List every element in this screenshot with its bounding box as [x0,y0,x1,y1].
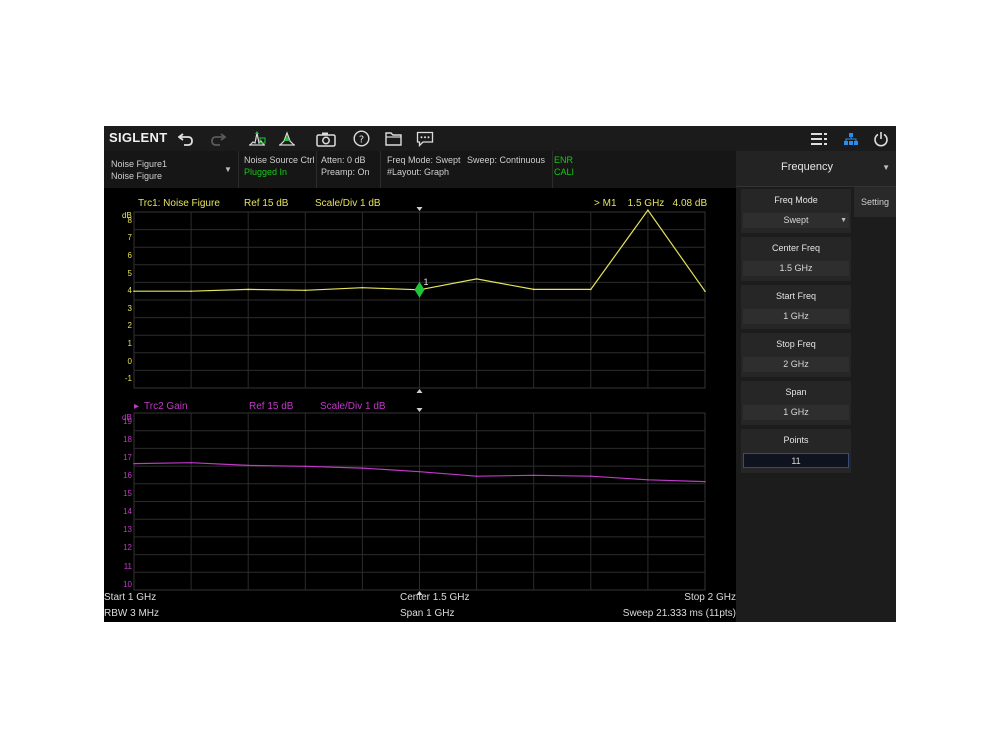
trace1-data-point [647,209,649,212]
trace1-data-point [475,278,478,280]
center-freq-status: Center 1.5 GHz [400,592,470,603]
start-freq-key[interactable]: Start Freq 1 GHz [741,285,851,329]
power-icon[interactable] [871,129,891,148]
chevron-down-icon: ▼ [882,163,890,172]
marker-1-label: 1 [424,277,429,287]
trace1-data-point [247,288,249,291]
start-freq-value[interactable]: 1 GHz [743,309,849,324]
softkey-panel: Frequency ▼ Setting Freq Mode Swept ▼ Ce… [736,151,896,622]
chevron-down-icon: ▼ [840,217,847,224]
tab-setting[interactable]: Setting [854,187,896,217]
points-input[interactable]: 11 [743,453,849,468]
trace2-data-point [418,470,421,473]
sweep-status: Sweep 21.333 ms (11pts) [622,608,736,619]
trace2-data-point [532,474,535,477]
points-key[interactable]: Points 11 [741,429,851,473]
points-label: Points [783,435,809,445]
freq-mode-select[interactable]: Swept [743,213,849,228]
freq-mode-key[interactable]: Freq Mode Swept ▼ [741,189,851,233]
analyzer-screen: SIGLENT ? Noise Figure1 Noise Figure ▼ N… [104,126,896,622]
span-key[interactable]: Span 1 GHz [741,381,851,425]
trace2-data-point [133,462,135,465]
trace2-data-point [590,475,592,478]
trace1-center-top-mark [416,207,423,211]
stop-freq-value[interactable]: 2 GHz [743,357,849,372]
stop-freq-key[interactable]: Stop Freq 2 GHz [741,333,851,377]
trace-graph[interactable]: 1 [104,126,736,622]
trace2-data-point [647,479,649,481]
center-freq-label: Center Freq [771,243,821,253]
trace2-center-top-mark [416,408,423,412]
start-freq-label: Start Freq [775,291,816,301]
trace1-data-point [190,290,192,292]
span-value[interactable]: 1 GHz [743,405,849,420]
trace1-center-bottom-mark [416,389,423,393]
frequency-menu-header[interactable]: Frequency ▼ [736,151,896,187]
trace2-data-point [247,464,249,467]
freq-mode-label: Freq Mode [774,195,818,205]
menu-list-icon[interactable] [809,129,829,148]
trace2-data-point [304,465,307,468]
center-freq-value[interactable]: 1.5 GHz [743,261,849,276]
trace1-data-point [590,288,592,291]
trace2-data-point [475,475,478,478]
trace2-data-point [361,467,364,469]
trace1-data-point [361,286,364,289]
span-status: Span 1 GHz [400,608,455,619]
start-freq-status: Start 1 GHz [104,592,157,603]
span-label: Span [785,387,807,397]
trace1-data-point [133,290,135,292]
rbw-status: RBW 3 MHz [104,608,159,619]
network-icon[interactable] [841,129,861,148]
trace1-data-point [532,288,535,291]
menu-title: Frequency [781,161,833,173]
center-freq-key[interactable]: Center Freq 1.5 GHz [741,237,851,281]
trace2-data-point [704,480,706,483]
trace1-data-point [704,290,706,292]
stop-freq-status: Stop 2 GHz [684,592,736,603]
stop-freq-label: Stop Freq [776,339,816,349]
trace1-data-point [304,289,307,292]
trace2-data-point [190,461,192,464]
